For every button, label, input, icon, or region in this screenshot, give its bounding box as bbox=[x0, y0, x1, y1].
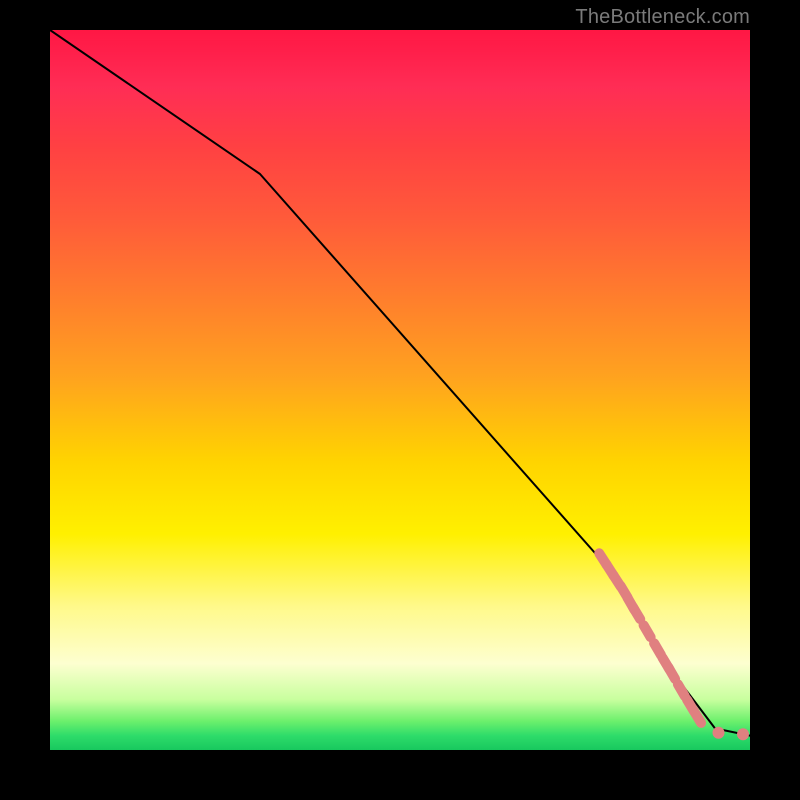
chart-frame: TheBottleneck.com bbox=[0, 0, 800, 800]
plot-svg bbox=[50, 30, 750, 750]
dash-marker bbox=[644, 625, 651, 637]
dash-marker bbox=[633, 607, 640, 619]
attribution-label: TheBottleneck.com bbox=[575, 6, 750, 29]
dash-marker bbox=[668, 667, 675, 679]
plot-area bbox=[50, 30, 750, 750]
dash-marker bbox=[694, 711, 701, 723]
dot-marker bbox=[737, 728, 749, 740]
dot-marker bbox=[713, 727, 725, 739]
dash-marker bbox=[678, 684, 685, 696]
